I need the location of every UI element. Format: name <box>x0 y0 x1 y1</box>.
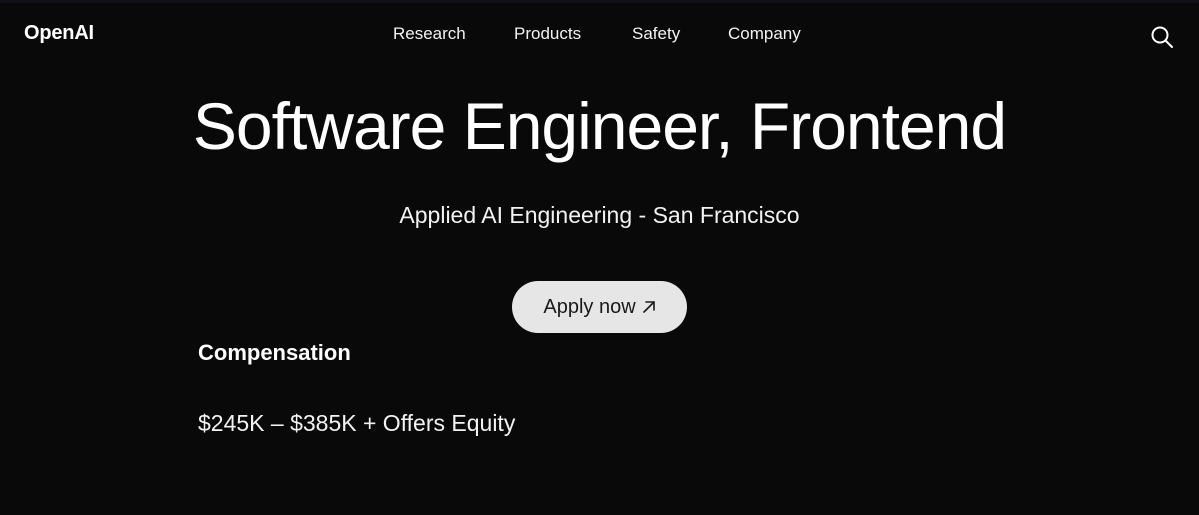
main-nav: Research Products Safety Company <box>0 24 1199 48</box>
top-accent-bar <box>0 0 1199 3</box>
search-button[interactable] <box>1150 24 1176 50</box>
apply-now-button[interactable]: Apply now <box>512 281 687 333</box>
search-icon <box>1151 26 1173 48</box>
compensation-heading: Compensation <box>198 340 351 365</box>
nav-products[interactable]: Products <box>514 24 581 44</box>
nav-research[interactable]: Research <box>393 24 466 44</box>
apply-now-label: Apply now <box>543 295 636 318</box>
nav-safety[interactable]: Safety <box>632 24 680 44</box>
arrow-up-right-icon <box>642 301 655 313</box>
job-title: Software Engineer, Frontend <box>192 89 1007 163</box>
job-subtitle: Applied AI Engineering - San Francisco <box>399 202 800 228</box>
compensation-value: $245K – $385K + Offers Equity <box>198 410 516 436</box>
nav-company[interactable]: Company <box>728 24 801 44</box>
